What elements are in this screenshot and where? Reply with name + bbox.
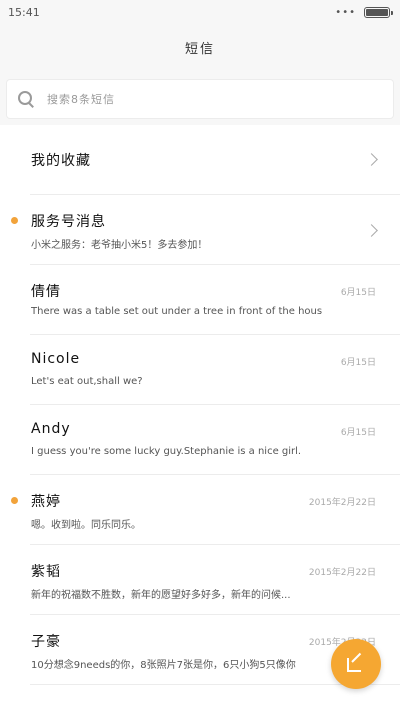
conversation-time: 6月15日 (340, 428, 376, 438)
page-title: 短信 (184, 41, 215, 57)
search-input[interactable]: 搜索8条短信 (47, 91, 115, 107)
more-dots-icon: ••• (335, 6, 356, 18)
conversation-name: 服务号消息 (31, 214, 106, 230)
unread-indicator (11, 217, 18, 224)
conversation-name: Nicole (31, 351, 81, 367)
status-time: 15:41 (8, 5, 40, 19)
conversation-name: 子豪 (31, 634, 61, 650)
conversation-row[interactable]: 紫韬新年的祝福数不胜数，新年的愿望好多好多，新年的问候... 2015年2月22日 (0, 545, 400, 615)
search-icon (17, 90, 35, 108)
status-bar: 15:41 ••• (0, 0, 400, 24)
compose-icon (347, 652, 365, 673)
conversation-preview: 新年的祝福数不胜数，新年的愿望好多好多，新年的问候... (31, 590, 291, 601)
conversation-name: Andy (31, 421, 71, 437)
conversation-name: 燕婷 (31, 494, 61, 510)
conversation-preview: I guess you're some lucky guy.Stephanie … (31, 446, 302, 457)
conversation-name: 我的收藏 (31, 153, 91, 169)
conversation-preview: Let's eat out,shall we? (31, 376, 143, 387)
conversation-row[interactable]: Nicole Let's eat out,shall we? 6月15日 (0, 335, 400, 405)
search-bar[interactable]: 搜索8条短信 (7, 80, 393, 118)
status-indicators: ••• (335, 6, 393, 18)
chevron-right-icon (365, 224, 378, 237)
conversation-time: 2015年2月22日 (308, 568, 376, 578)
conversation-preview: There was a table set out under a tree i… (31, 306, 323, 317)
conversation-list: 我的收藏服务号消息小米之服务：老爷抽小米5！多去参加！ 倩倩 There was a… (0, 125, 400, 711)
conversation-row[interactable]: 我的收藏 (0, 125, 400, 195)
conversation-time: 6月15日 (340, 288, 376, 298)
conversation-preview: 嗯。收到啦。同乐同乐。 (31, 520, 141, 531)
conversation-preview: 小米之服务：老爷抽小米5！多去参加！ (31, 240, 208, 251)
conversation-time: 6月15日 (340, 358, 376, 368)
battery-icon (364, 6, 393, 18)
conversation-preview: 10分想念9needs的你，8张照片7张是你，6只小狗5只像你 (31, 660, 296, 671)
conversation-time: 2015年2月22日 (308, 498, 376, 508)
conversation-row[interactable]: 燕婷嗯。收到啦。同乐同乐。 2015年2月22日 (0, 475, 400, 545)
conversation-name: 紫韬 (31, 564, 61, 580)
conversation-name: 倩倩 (31, 284, 61, 300)
conversation-row[interactable]: 服务号消息小米之服务：老爷抽小米5！多去参加！ (0, 195, 400, 265)
conversation-row[interactable]: Andy I guess you're some lucky guy.Stepha… (0, 405, 400, 475)
chevron-right-icon (365, 153, 378, 166)
battery-level (366, 8, 388, 16)
conversation-row[interactable]: 倩倩 There was a table set out under a tree… (0, 265, 400, 335)
unread-indicator (11, 497, 18, 504)
compose-button[interactable] (331, 639, 381, 689)
